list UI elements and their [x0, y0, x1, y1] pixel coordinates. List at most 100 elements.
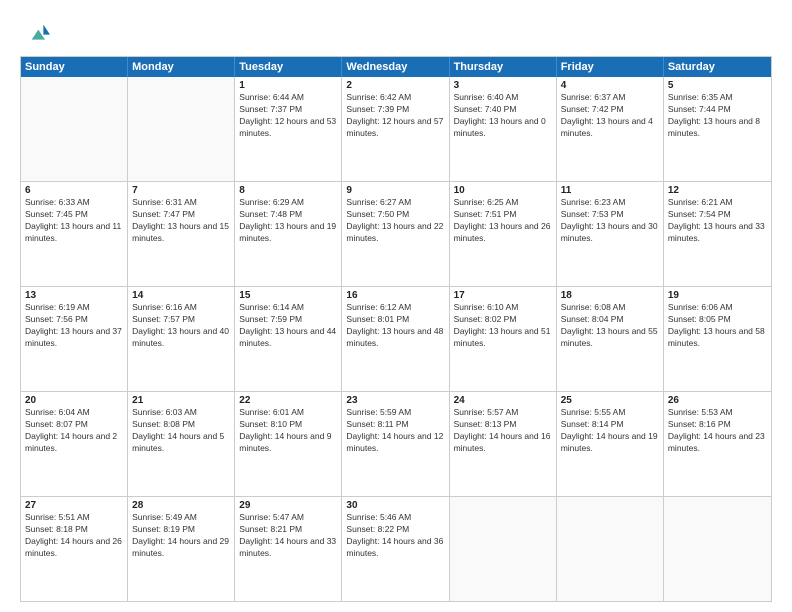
day-cell-8: 8Sunrise: 6:29 AMSunset: 7:48 PMDaylight… [235, 182, 342, 286]
day-info: Sunrise: 6:40 AMSunset: 7:40 PMDaylight:… [454, 92, 552, 140]
day-cell-27: 27Sunrise: 5:51 AMSunset: 8:18 PMDayligh… [21, 497, 128, 601]
day-cell-24: 24Sunrise: 5:57 AMSunset: 8:13 PMDayligh… [450, 392, 557, 496]
day-cell-20: 20Sunrise: 6:04 AMSunset: 8:07 PMDayligh… [21, 392, 128, 496]
day-number: 27 [25, 500, 123, 511]
calendar-row-3: 13Sunrise: 6:19 AMSunset: 7:56 PMDayligh… [21, 287, 771, 392]
day-cell-26: 26Sunrise: 5:53 AMSunset: 8:16 PMDayligh… [664, 392, 771, 496]
page-header [20, 18, 772, 48]
header-day-thursday: Thursday [450, 57, 557, 77]
day-info: Sunrise: 6:16 AMSunset: 7:57 PMDaylight:… [132, 302, 230, 350]
day-cell-29: 29Sunrise: 5:47 AMSunset: 8:21 PMDayligh… [235, 497, 342, 601]
day-number: 8 [239, 185, 337, 196]
day-number: 30 [346, 500, 444, 511]
day-cell-2: 2Sunrise: 6:42 AMSunset: 7:39 PMDaylight… [342, 77, 449, 181]
day-number: 1 [239, 80, 337, 91]
day-info: Sunrise: 6:14 AMSunset: 7:59 PMDaylight:… [239, 302, 337, 350]
day-number: 22 [239, 395, 337, 406]
day-number: 5 [668, 80, 767, 91]
day-info: Sunrise: 5:53 AMSunset: 8:16 PMDaylight:… [668, 407, 767, 455]
day-number: 28 [132, 500, 230, 511]
header-day-sunday: Sunday [21, 57, 128, 77]
day-info: Sunrise: 6:08 AMSunset: 8:04 PMDaylight:… [561, 302, 659, 350]
day-cell-5: 5Sunrise: 6:35 AMSunset: 7:44 PMDaylight… [664, 77, 771, 181]
day-cell-11: 11Sunrise: 6:23 AMSunset: 7:53 PMDayligh… [557, 182, 664, 286]
day-info: Sunrise: 5:55 AMSunset: 8:14 PMDaylight:… [561, 407, 659, 455]
day-number: 2 [346, 80, 444, 91]
logo [20, 18, 54, 48]
day-cell-9: 9Sunrise: 6:27 AMSunset: 7:50 PMDaylight… [342, 182, 449, 286]
day-info: Sunrise: 6:01 AMSunset: 8:10 PMDaylight:… [239, 407, 337, 455]
day-number: 23 [346, 395, 444, 406]
day-cell-17: 17Sunrise: 6:10 AMSunset: 8:02 PMDayligh… [450, 287, 557, 391]
day-info: Sunrise: 6:33 AMSunset: 7:45 PMDaylight:… [25, 197, 123, 245]
day-info: Sunrise: 6:03 AMSunset: 8:08 PMDaylight:… [132, 407, 230, 455]
day-number: 7 [132, 185, 230, 196]
day-number: 17 [454, 290, 552, 301]
calendar-row-1: 1Sunrise: 6:44 AMSunset: 7:37 PMDaylight… [21, 77, 771, 182]
day-cell-14: 14Sunrise: 6:16 AMSunset: 7:57 PMDayligh… [128, 287, 235, 391]
header-day-wednesday: Wednesday [342, 57, 449, 77]
day-cell-12: 12Sunrise: 6:21 AMSunset: 7:54 PMDayligh… [664, 182, 771, 286]
day-info: Sunrise: 6:10 AMSunset: 8:02 PMDaylight:… [454, 302, 552, 350]
day-cell-21: 21Sunrise: 6:03 AMSunset: 8:08 PMDayligh… [128, 392, 235, 496]
day-cell-7: 7Sunrise: 6:31 AMSunset: 7:47 PMDaylight… [128, 182, 235, 286]
day-info: Sunrise: 5:49 AMSunset: 8:19 PMDaylight:… [132, 512, 230, 560]
day-cell-19: 19Sunrise: 6:06 AMSunset: 8:05 PMDayligh… [664, 287, 771, 391]
day-info: Sunrise: 6:25 AMSunset: 7:51 PMDaylight:… [454, 197, 552, 245]
day-info: Sunrise: 6:12 AMSunset: 8:01 PMDaylight:… [346, 302, 444, 350]
day-cell-6: 6Sunrise: 6:33 AMSunset: 7:45 PMDaylight… [21, 182, 128, 286]
calendar-body: 1Sunrise: 6:44 AMSunset: 7:37 PMDaylight… [21, 77, 771, 601]
day-cell-13: 13Sunrise: 6:19 AMSunset: 7:56 PMDayligh… [21, 287, 128, 391]
day-cell-10: 10Sunrise: 6:25 AMSunset: 7:51 PMDayligh… [450, 182, 557, 286]
day-number: 19 [668, 290, 767, 301]
day-number: 9 [346, 185, 444, 196]
day-info: Sunrise: 6:19 AMSunset: 7:56 PMDaylight:… [25, 302, 123, 350]
day-cell-23: 23Sunrise: 5:59 AMSunset: 8:11 PMDayligh… [342, 392, 449, 496]
day-cell-30: 30Sunrise: 5:46 AMSunset: 8:22 PMDayligh… [342, 497, 449, 601]
day-info: Sunrise: 6:06 AMSunset: 8:05 PMDaylight:… [668, 302, 767, 350]
calendar-page: SundayMondayTuesdayWednesdayThursdayFrid… [0, 0, 792, 612]
day-cell-16: 16Sunrise: 6:12 AMSunset: 8:01 PMDayligh… [342, 287, 449, 391]
day-info: Sunrise: 6:23 AMSunset: 7:53 PMDaylight:… [561, 197, 659, 245]
day-number: 26 [668, 395, 767, 406]
day-number: 14 [132, 290, 230, 301]
day-number: 18 [561, 290, 659, 301]
header-day-tuesday: Tuesday [235, 57, 342, 77]
day-cell-18: 18Sunrise: 6:08 AMSunset: 8:04 PMDayligh… [557, 287, 664, 391]
day-number: 6 [25, 185, 123, 196]
day-cell-3: 3Sunrise: 6:40 AMSunset: 7:40 PMDaylight… [450, 77, 557, 181]
day-cell-4: 4Sunrise: 6:37 AMSunset: 7:42 PMDaylight… [557, 77, 664, 181]
day-info: Sunrise: 5:59 AMSunset: 8:11 PMDaylight:… [346, 407, 444, 455]
header-day-monday: Monday [128, 57, 235, 77]
empty-cell [128, 77, 235, 181]
day-cell-1: 1Sunrise: 6:44 AMSunset: 7:37 PMDaylight… [235, 77, 342, 181]
empty-cell [21, 77, 128, 181]
empty-cell [664, 497, 771, 601]
day-number: 20 [25, 395, 123, 406]
day-cell-28: 28Sunrise: 5:49 AMSunset: 8:19 PMDayligh… [128, 497, 235, 601]
calendar: SundayMondayTuesdayWednesdayThursdayFrid… [20, 56, 772, 602]
day-info: Sunrise: 6:29 AMSunset: 7:48 PMDaylight:… [239, 197, 337, 245]
day-info: Sunrise: 6:42 AMSunset: 7:39 PMDaylight:… [346, 92, 444, 140]
day-info: Sunrise: 5:57 AMSunset: 8:13 PMDaylight:… [454, 407, 552, 455]
empty-cell [557, 497, 664, 601]
day-info: Sunrise: 6:35 AMSunset: 7:44 PMDaylight:… [668, 92, 767, 140]
day-info: Sunrise: 5:51 AMSunset: 8:18 PMDaylight:… [25, 512, 123, 560]
empty-cell [450, 497, 557, 601]
calendar-row-2: 6Sunrise: 6:33 AMSunset: 7:45 PMDaylight… [21, 182, 771, 287]
day-info: Sunrise: 6:04 AMSunset: 8:07 PMDaylight:… [25, 407, 123, 455]
day-number: 12 [668, 185, 767, 196]
day-number: 21 [132, 395, 230, 406]
day-info: Sunrise: 6:31 AMSunset: 7:47 PMDaylight:… [132, 197, 230, 245]
day-number: 11 [561, 185, 659, 196]
day-info: Sunrise: 5:47 AMSunset: 8:21 PMDaylight:… [239, 512, 337, 560]
day-number: 29 [239, 500, 337, 511]
day-number: 16 [346, 290, 444, 301]
day-number: 4 [561, 80, 659, 91]
day-cell-25: 25Sunrise: 5:55 AMSunset: 8:14 PMDayligh… [557, 392, 664, 496]
day-number: 3 [454, 80, 552, 91]
day-info: Sunrise: 5:46 AMSunset: 8:22 PMDaylight:… [346, 512, 444, 560]
day-info: Sunrise: 6:44 AMSunset: 7:37 PMDaylight:… [239, 92, 337, 140]
day-number: 24 [454, 395, 552, 406]
day-number: 13 [25, 290, 123, 301]
